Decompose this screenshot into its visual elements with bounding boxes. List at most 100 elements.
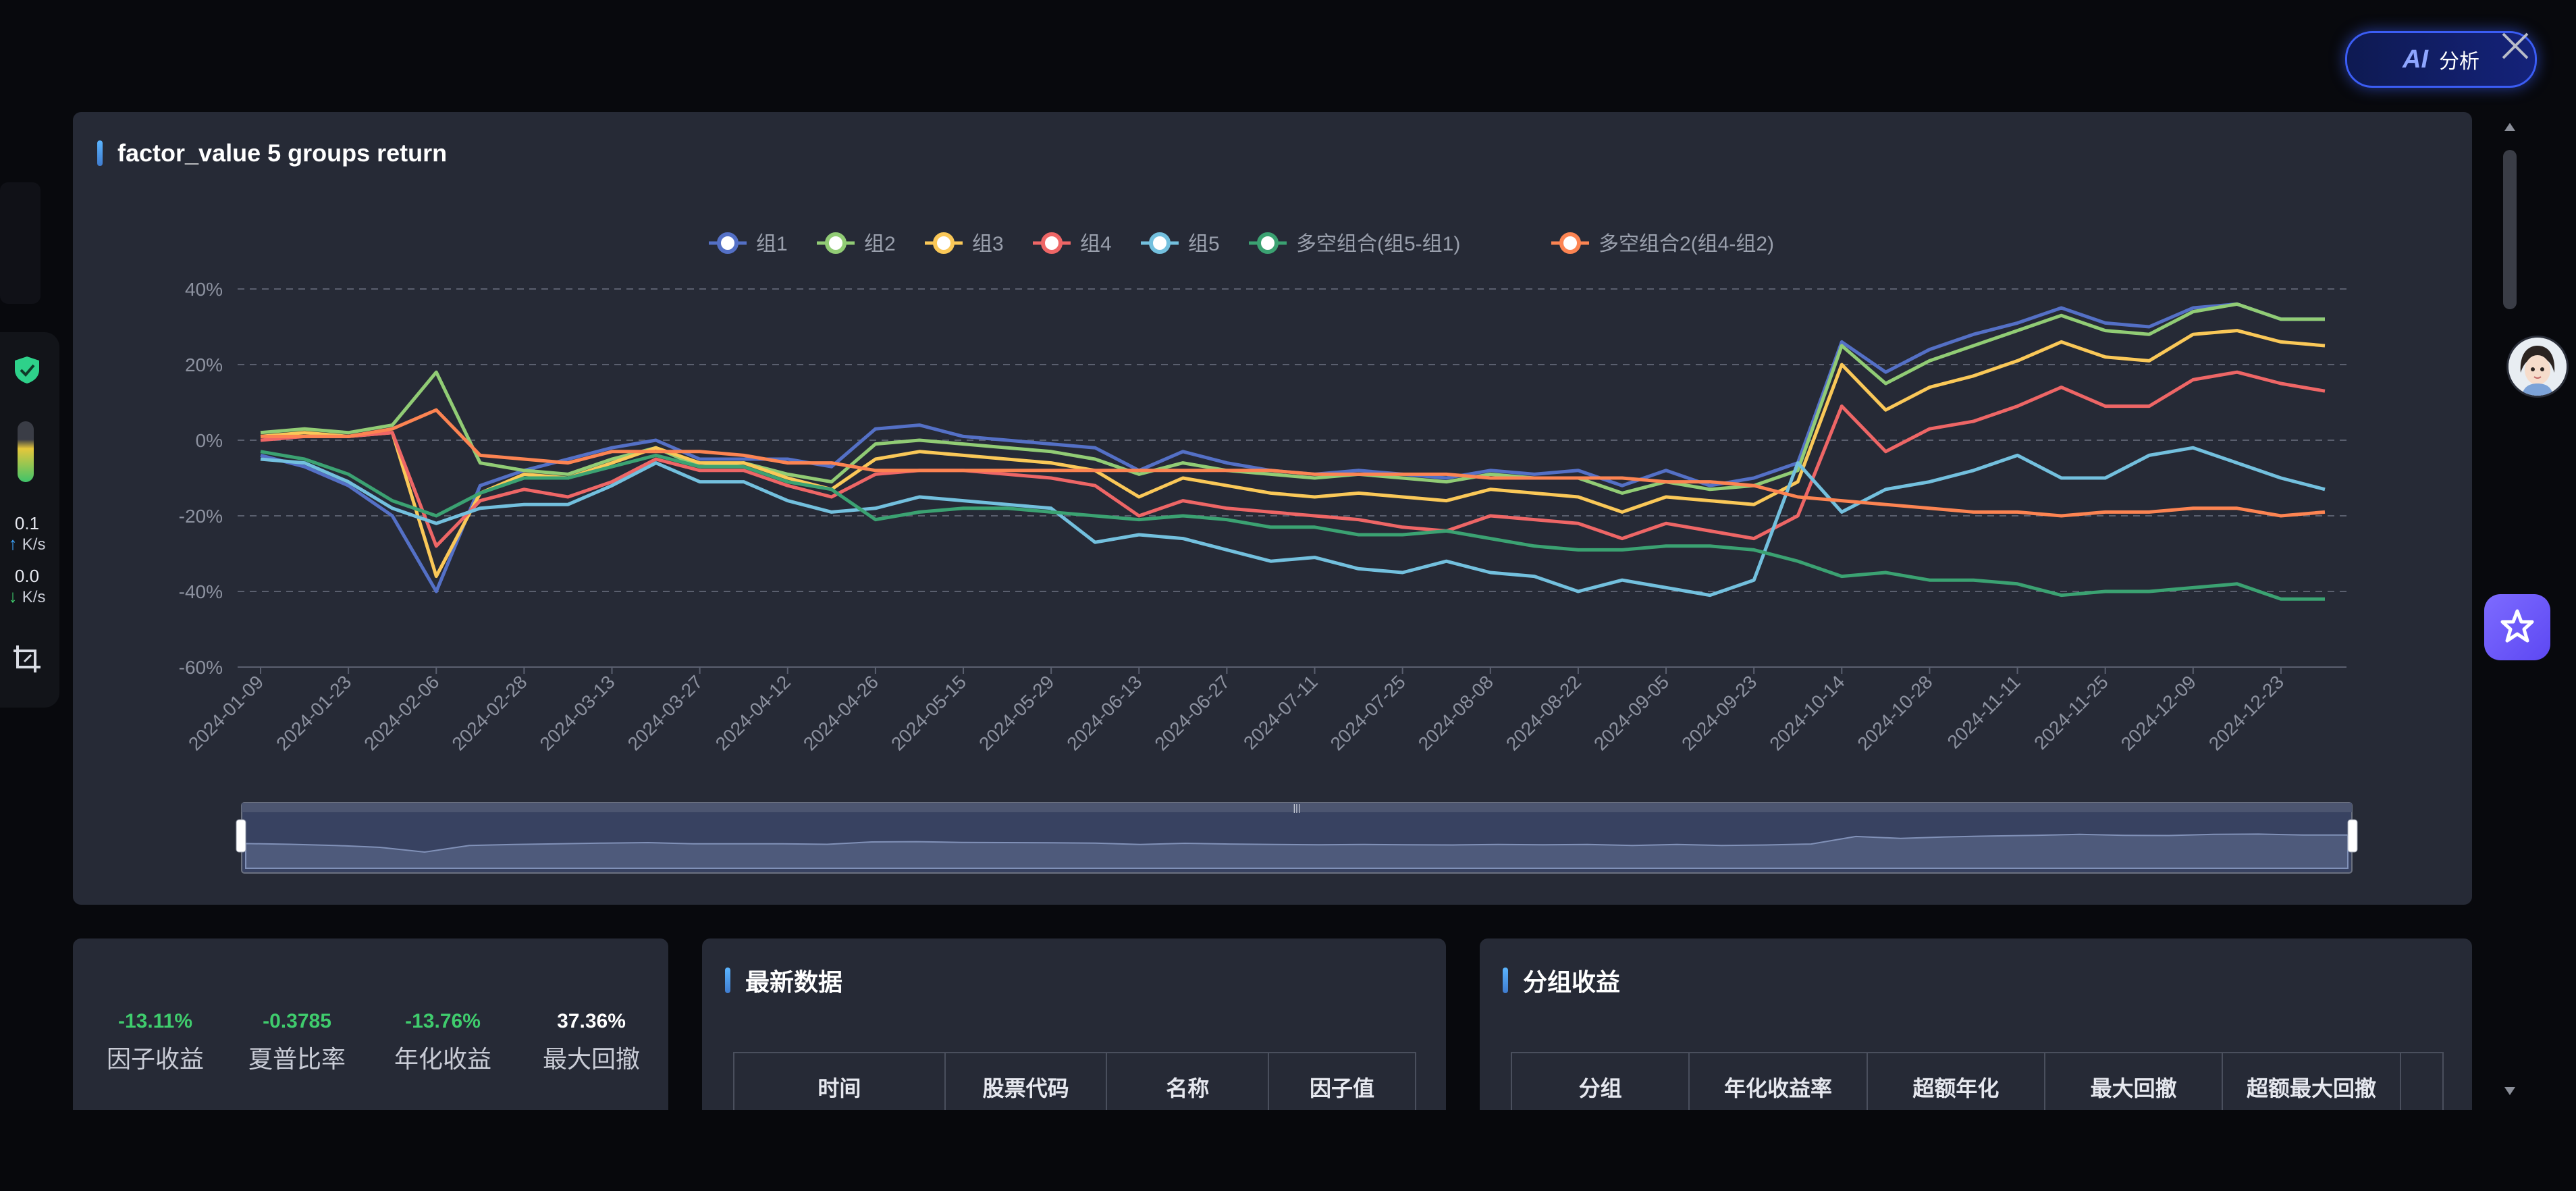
x-tick-label: 2024-07-25 [1326, 671, 1410, 754]
legend-marker-icon [1257, 232, 1279, 254]
stat-label: 夏普比率 [248, 1045, 346, 1073]
stat-sharpe-ratio: -0.3785 夏普比率 [230, 1010, 365, 1075]
crop-icon[interactable] [11, 643, 43, 675]
y-tick-label: -60% [179, 657, 223, 678]
zoom-grip-icon[interactable]: ||| [1293, 802, 1301, 813]
legend-marker-icon [1041, 232, 1063, 254]
zoom-left-handle[interactable] [236, 819, 246, 853]
background-app-blur [0, 182, 41, 304]
legend-label: 组1 [756, 233, 788, 255]
legend-item-7[interactable]: 多空组合2(组4-组2) [1551, 232, 1774, 255]
upload-value: 0.1 [14, 513, 40, 533]
sparkle-logo-icon [2500, 609, 2534, 643]
title-accent-bar [725, 968, 730, 993]
series-line-3[interactable] [260, 329, 2326, 579]
ai-glyph: AI [2403, 45, 2428, 74]
x-tick-label: 2024-12-23 [2205, 671, 2288, 754]
latest-panel-title: 最新数据 [745, 968, 843, 996]
x-tick-label: 2024-09-23 [1678, 671, 1761, 754]
series-line-2[interactable] [260, 302, 2325, 495]
x-tick-label: 2024-01-23 [272, 671, 355, 754]
group-panel-header: 分组收益 [1503, 963, 1620, 998]
x-tick-label: 2024-03-27 [624, 671, 707, 754]
stat-value: -13.76% [405, 1010, 481, 1032]
stat-max-drawdown: 37.36% 最大回撤 [524, 1010, 659, 1075]
stat-factor-return: -13.11% 因子收益 [88, 1010, 223, 1075]
viewport-bottom-edge [0, 1110, 2576, 1191]
y-tick-label: 20% [185, 354, 223, 375]
scroll-up-arrow-icon[interactable] [2504, 123, 2515, 131]
x-tick-label: 2024-10-14 [1765, 671, 1848, 754]
upload-speed: 0.1 ↑ K/s [0, 513, 54, 555]
legend-item-1[interactable]: 组1 [709, 232, 788, 255]
y-tick-label: -20% [179, 506, 223, 527]
y-tick-label: 40% [185, 279, 223, 300]
legend-item-2[interactable]: 组2 [817, 232, 896, 255]
stat-value: 37.36% [557, 1010, 626, 1032]
data-zoom-slider[interactable]: ||| [236, 802, 2358, 874]
scrollbar-thumb[interactable] [2503, 150, 2517, 309]
x-tick-label: 2024-04-26 [799, 671, 882, 754]
x-tick-label: 2024-06-13 [1063, 671, 1146, 754]
download-unit: K/s [22, 588, 46, 606]
legend-label: 组2 [864, 233, 896, 255]
floating-toolbar: 0.1 ↑ K/s 0.0 ↓ K/s [0, 332, 59, 708]
legend-label: 多空组合(组5-组1) [1296, 233, 1460, 255]
legend-label: 组4 [1080, 233, 1112, 255]
x-tick-label: 2024-03-13 [536, 671, 619, 754]
avatar-face-icon [2508, 338, 2567, 396]
chart-legend[interactable]: 组1 组2 组3 组4 组5 多空组合(组5-组1) 多空组合2(组4-组2) [709, 232, 1774, 255]
title-accent-bar [1503, 968, 1508, 993]
y-tick-label: 0% [196, 430, 223, 451]
stat-value: -13.11% [117, 1010, 193, 1032]
series-line-7[interactable] [261, 408, 2326, 518]
legend-marker-icon [825, 232, 847, 254]
group-panel-title: 分组收益 [1523, 968, 1621, 996]
x-tick-label: 2024-07-11 [1239, 671, 1322, 753]
chart-panel: factor_value 5 groups return 组1 组2 组3 组4 组5 多… [73, 112, 2472, 905]
legend-marker-icon [933, 232, 955, 254]
y-axis: 40% 20% 0% -20% -40% -60% [179, 279, 223, 678]
legend-label: 多空组合2(组4-组2) [1599, 233, 1774, 255]
stat-annual-return: -13.76% 年化收益 [375, 1010, 510, 1075]
legend-item-5[interactable]: 组5 [1141, 232, 1220, 255]
scroll-down-arrow-icon[interactable] [2504, 1087, 2515, 1095]
download-speed: 0.0 ↓ K/s [0, 566, 54, 608]
zoom-right-handle[interactable] [2347, 819, 2358, 853]
arrow-up-icon: ↑ [8, 533, 18, 554]
upload-unit: K/s [22, 535, 46, 554]
latest-panel-header: 最新数据 [725, 963, 842, 998]
stat-label: 最大回撤 [542, 1045, 640, 1073]
close-icon[interactable] [2496, 27, 2534, 65]
series-line-5[interactable] [260, 446, 2326, 598]
legend-label: 组3 [972, 233, 1004, 255]
x-tick-label: 2024-06-27 [1150, 671, 1233, 754]
x-tick-label: 2024-08-08 [1414, 671, 1497, 754]
stat-value: -0.3785 [263, 1010, 331, 1032]
x-tick-label: 2024-11-11 [1943, 671, 2024, 752]
x-tick-label: 2024-09-05 [1590, 671, 1673, 754]
x-tick-label: 2024-04-12 [712, 671, 795, 754]
chart-series [260, 302, 2326, 601]
x-tick-label: 2024-11-25 [2030, 671, 2112, 753]
arrow-down-icon: ↓ [8, 586, 18, 606]
x-tick-label: 2024-05-29 [975, 671, 1058, 754]
x-tick-label: 2024-10-28 [1853, 671, 1936, 754]
legend-item-6[interactable]: 多空组合(组5-组1) [1249, 232, 1460, 255]
legend-marker-icon [717, 232, 739, 254]
legend-item-3[interactable]: 组3 [925, 232, 1004, 255]
stat-label: 因子收益 [106, 1045, 204, 1073]
legend-marker-icon [1149, 232, 1171, 254]
x-tick-label: 2024-12-09 [2117, 671, 2200, 754]
x-tick-label: 2024-02-06 [360, 671, 443, 754]
legend-item-4[interactable]: 组4 [1033, 232, 1112, 255]
y-tick-label: -40% [179, 581, 223, 602]
series-line-1[interactable] [260, 302, 2325, 593]
assistant-avatar[interactable] [2508, 338, 2567, 396]
assistant-launcher-button[interactable] [2484, 594, 2550, 660]
x-tick-label: 2024-01-09 [184, 671, 267, 754]
x-tick-label: 2024-05-15 [887, 671, 970, 754]
legend-marker-icon [1559, 232, 1581, 254]
line-chart[interactable]: 组1 组2 组3 组4 组5 多空组合(组5-组1) 多空组合2(组4-组2) 40% 20%… [73, 112, 2472, 905]
shield-check-icon[interactable] [14, 355, 41, 385]
